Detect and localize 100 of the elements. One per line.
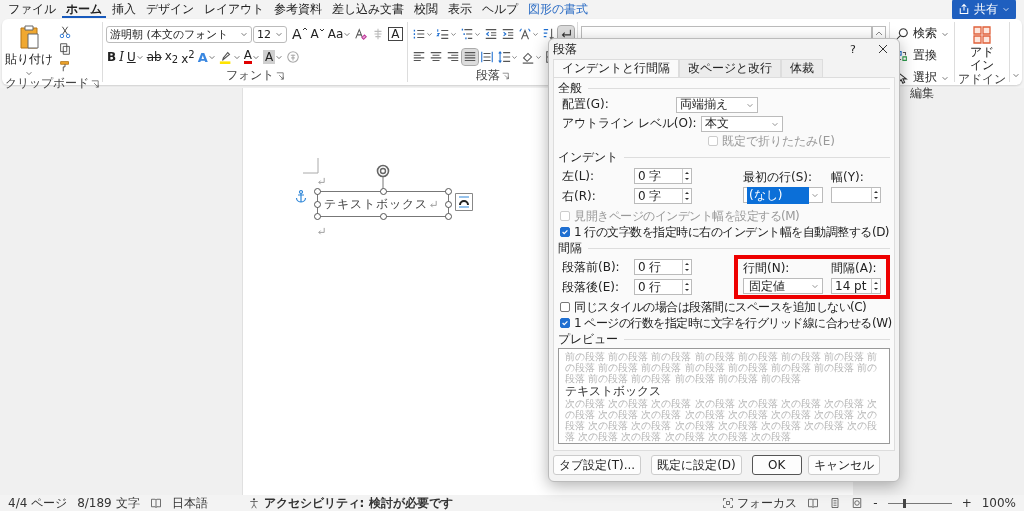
align-center-icon [428, 50, 443, 64]
dialog-tab[interactable]: 改ページと改行 [679, 59, 781, 77]
ribbon-tab[interactable]: 挿入 [108, 0, 140, 18]
caret-icon [275, 53, 284, 61]
align-left-icon [411, 50, 426, 64]
font-size-dropdown[interactable]: 12 [253, 25, 287, 43]
dropdown[interactable]: 固定値 [743, 278, 823, 294]
spin-field[interactable]: 14 pt [831, 278, 881, 294]
dialog-launcher-icon[interactable] [275, 71, 284, 80]
book-icon[interactable] [149, 497, 162, 509]
text-effect-button[interactable]: A [196, 48, 217, 66]
distributed-button[interactable] [478, 49, 495, 65]
zoom-slider-thumb[interactable] [902, 498, 906, 508]
word-count[interactable]: 8/189 文字 [77, 494, 140, 511]
resize-handle[interactable] [380, 188, 387, 195]
dialog-tab[interactable]: 体裁 [781, 59, 823, 77]
ribbon-tab[interactable]: デザイン [142, 0, 198, 18]
option-checkbox[interactable]: 1 ページの行数を指定時に文字を行グリッド線に合わせる(W) [558, 315, 890, 331]
spin-arrows-icon[interactable] [871, 188, 880, 202]
ribbon-tab[interactable]: 参考資料 [270, 0, 326, 18]
subscript-button[interactable]: x$_{2}$ [163, 47, 180, 67]
dialog-button[interactable]: タブ設定(T)... [553, 455, 642, 475]
resize-handle[interactable] [380, 213, 387, 220]
character-border-button[interactable]: A [387, 26, 404, 42]
ribbon-tab[interactable]: 表示 [444, 0, 476, 18]
zoom-level[interactable]: 100% [981, 496, 1016, 510]
ribbon-tab[interactable]: ヘルプ [478, 0, 522, 18]
spin-arrows-icon[interactable] [871, 279, 880, 293]
checkbox[interactable] [560, 302, 570, 312]
numbered-list-icon [435, 27, 450, 41]
share-button[interactable]: 共有 [952, 0, 1016, 20]
grow-font-button[interactable]: A [291, 25, 309, 43]
bold-button[interactable]: B [106, 49, 118, 65]
read-mode-icon[interactable] [807, 497, 820, 509]
highlighter-button[interactable] [217, 49, 242, 65]
alignment-dropdown[interactable]: 両端揃え [676, 96, 758, 113]
ribbon-tab[interactable]: ホーム [62, 0, 106, 18]
cut-button[interactable] [57, 24, 73, 40]
spin-field[interactable]: 0 字 [634, 188, 692, 204]
print-layout-icon[interactable] [829, 497, 842, 509]
page-count[interactable]: 4/4 ページ [8, 494, 68, 511]
caret-icon [531, 30, 539, 38]
focus-icon [722, 497, 735, 509]
underline-button[interactable]: U [125, 49, 145, 65]
font-color-button[interactable]: A [242, 49, 261, 65]
layout-options-icon[interactable] [455, 193, 473, 211]
spin-arrows-icon[interactable] [682, 260, 691, 274]
zoom-in-button[interactable]: + [961, 496, 972, 510]
spin-field[interactable]: 0 字 [634, 168, 692, 184]
ribbon-tab[interactable]: 図形の書式 [524, 0, 592, 18]
spin-arrows-icon[interactable] [682, 169, 691, 183]
zoom-out-button[interactable]: - [873, 496, 878, 510]
spin-field[interactable]: 0 行 [634, 279, 692, 295]
spin-arrows-icon[interactable] [682, 280, 691, 294]
checkbox[interactable] [560, 227, 570, 237]
cursor-arrow-button[interactable]: 選択 [893, 68, 951, 87]
spin-field[interactable] [831, 187, 881, 203]
dialog-button[interactable]: 既定に設定(D) [651, 455, 742, 475]
numbered-list-button[interactable] [434, 26, 458, 42]
spin-arrows-icon[interactable] [682, 189, 691, 203]
accessibility-status[interactable]: アクセシビリティ: 検討が必要です [263, 494, 453, 511]
text-box[interactable]: テキストボックス [317, 191, 449, 217]
dialog-tab[interactable]: インデントと行間隔 [553, 59, 679, 77]
dialog-launcher-icon[interactable] [501, 71, 509, 80]
dropdown[interactable]: (なし) [743, 187, 823, 203]
dialog-launcher-icon[interactable] [91, 79, 99, 88]
focus-button[interactable]: フォーカス [722, 494, 798, 511]
field-label: 段落前(B): [562, 258, 621, 276]
ribbon-tab[interactable]: 差し込み文書 [328, 0, 408, 18]
help-button[interactable]: ? [845, 41, 861, 57]
ribbon-tab[interactable]: ファイル [4, 0, 60, 18]
justify-button[interactable] [461, 49, 478, 65]
clear-formatting-button[interactable] [353, 26, 370, 42]
accessibility-icon[interactable] [247, 497, 260, 509]
ribbon-tab[interactable]: 校閲 [410, 0, 442, 18]
superscript-button[interactable]: x$^{2}$ [180, 47, 196, 67]
italic-button[interactable]: I [118, 49, 125, 65]
copy-icon [58, 42, 72, 56]
dialog-button[interactable]: OK [751, 455, 802, 475]
checkbox[interactable] [560, 318, 570, 328]
font-name-dropdown[interactable]: 游明朝 (本文のフォント [106, 25, 252, 43]
copy-button[interactable] [57, 41, 73, 57]
add-ins-button[interactable]: アドイン [969, 24, 995, 74]
dialog-button[interactable]: キャンセル [807, 455, 880, 475]
replace-button[interactable]: 置換 [893, 46, 951, 65]
caret-icon [343, 30, 352, 38]
ribbon-tab[interactable]: レイアウト [200, 0, 268, 18]
option-checkbox[interactable]: 同じスタイルの場合は段落間にスペースを追加しない(C) [558, 299, 890, 315]
strikethrough-button[interactable]: ab [145, 49, 163, 65]
search-button[interactable]: 検索 [893, 24, 951, 43]
outline-level-dropdown[interactable]: 本文 [700, 115, 783, 132]
shrink-font-button[interactable]: A [309, 26, 326, 42]
spin-field[interactable]: 0 行 [634, 259, 692, 275]
language-label[interactable]: 日本語 [171, 494, 208, 511]
paste-button[interactable]: 貼り付け [5, 24, 53, 77]
change-case-button[interactable]: Aa [326, 26, 353, 42]
preview-text: テキストボックス [565, 384, 662, 398]
web-layout-icon[interactable] [851, 497, 864, 509]
option-checkbox[interactable]: 1 行の文字数を指定時に右のインデント幅を自動調整する(D) [558, 224, 890, 240]
rotate-handle-icon[interactable] [376, 164, 390, 190]
